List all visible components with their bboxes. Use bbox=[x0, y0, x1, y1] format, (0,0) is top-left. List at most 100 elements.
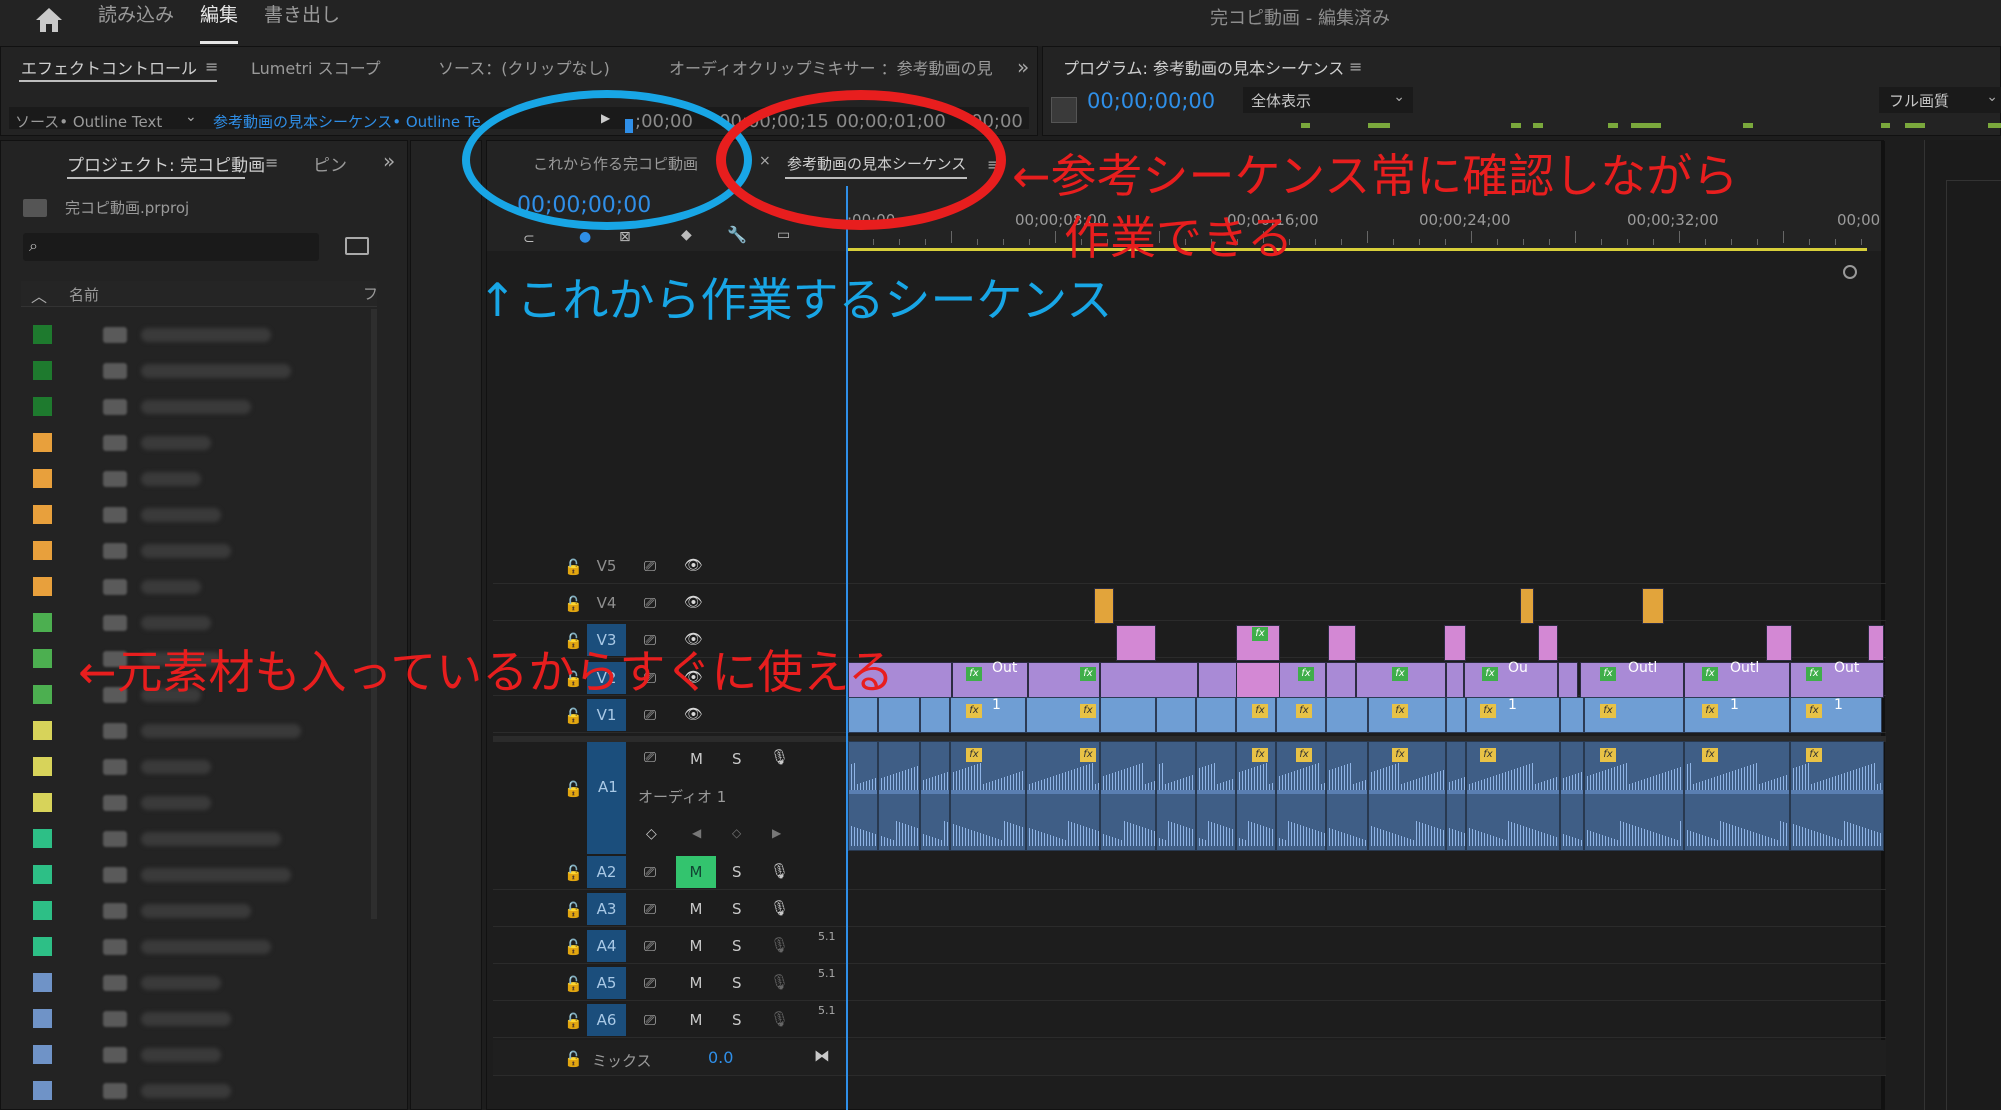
new-bin-icon[interactable] bbox=[345, 237, 369, 255]
mic-icon[interactable]: 🎙 bbox=[770, 973, 789, 991]
program-timecode[interactable]: 00;00;00;00 bbox=[1087, 89, 1215, 113]
fx-badge[interactable]: fx bbox=[1702, 667, 1718, 681]
label-color-swatch[interactable] bbox=[33, 505, 52, 524]
fx-badge[interactable]: fx bbox=[966, 748, 982, 762]
clip-v4[interactable] bbox=[1094, 588, 1114, 624]
film-icon[interactable]: ⎚ bbox=[644, 863, 656, 881]
linked-selection-icon[interactable]: ● bbox=[579, 229, 591, 245]
add-marker-icon[interactable]: ⊠ bbox=[619, 229, 631, 245]
tab-audio-clip-mixer[interactable]: オーディオクリップミキサー ：参考動画の見 bbox=[669, 55, 993, 79]
tab-source[interactable]: ソース：(クリップなし) bbox=[438, 55, 610, 79]
time-ruler[interactable]: ;00;00 00;00;08;00 00;00;16;00 00;00;24;00 0… bbox=[847, 201, 1885, 251]
mute-button[interactable]: M bbox=[676, 856, 716, 888]
scrollbar[interactable] bbox=[371, 309, 377, 919]
clip-v1[interactable] bbox=[848, 697, 878, 733]
scroll-handle[interactable] bbox=[1843, 265, 1857, 279]
label-color-swatch[interactable] bbox=[33, 649, 52, 668]
lock-icon[interactable]: 🔓 bbox=[564, 595, 583, 613]
clip-v2[interactable] bbox=[1446, 662, 1464, 698]
track-label-a4[interactable]: A4 bbox=[587, 930, 626, 962]
track-label-a1[interactable] bbox=[587, 742, 626, 854]
tab-lumetri-scope[interactable]: Lumetri スコープ bbox=[251, 55, 381, 79]
solo-button[interactable]: S bbox=[732, 974, 742, 992]
tab-effect-controls[interactable]: エフェクトコントロール bbox=[21, 55, 197, 79]
fx-badge[interactable]: fx bbox=[1806, 748, 1822, 762]
tab-project[interactable]: プロジェクト: 完コピ動画 bbox=[67, 151, 265, 176]
fx-badge[interactable]: fx bbox=[966, 704, 982, 718]
label-color-swatch[interactable] bbox=[33, 541, 52, 560]
film-icon[interactable]: ⎚ bbox=[644, 900, 656, 918]
fx-badge[interactable]: fx bbox=[1252, 704, 1268, 718]
audio-clip-a1[interactable] bbox=[848, 741, 878, 851]
mute-button[interactable]: M bbox=[676, 893, 716, 925]
clip-v1[interactable] bbox=[1326, 697, 1368, 733]
fx-badge[interactable]: fx bbox=[1080, 667, 1096, 681]
fx-badge[interactable]: fx bbox=[1600, 748, 1616, 762]
lock-icon[interactable]: 🔓 bbox=[564, 901, 583, 919]
label-color-swatch[interactable] bbox=[33, 793, 52, 812]
caption-icon[interactable]: ▭ bbox=[777, 227, 790, 243]
label-color-swatch[interactable] bbox=[33, 361, 52, 380]
label-color-swatch[interactable] bbox=[33, 433, 52, 452]
clip-v2[interactable] bbox=[1326, 662, 1356, 698]
label-color-swatch[interactable] bbox=[33, 829, 52, 848]
mix-value[interactable]: 0.0 bbox=[708, 1048, 733, 1067]
fx-badge[interactable]: fx bbox=[1080, 748, 1096, 762]
track-label-a2[interactable]: A2 bbox=[587, 856, 626, 888]
project-item[interactable] bbox=[1, 317, 371, 353]
tab-edit[interactable]: 編集 bbox=[200, 0, 239, 46]
project-item[interactable] bbox=[1, 461, 371, 497]
label-color-swatch[interactable] bbox=[33, 1045, 52, 1064]
clip-v4[interactable] bbox=[1520, 588, 1534, 624]
audio-clip-a1[interactable] bbox=[950, 741, 1026, 851]
project-item[interactable] bbox=[1, 785, 371, 821]
panel-menu-icon[interactable]: ≡ bbox=[205, 57, 218, 76]
fx-badge[interactable]: fx bbox=[966, 667, 982, 681]
film-icon[interactable]: ⎚ bbox=[644, 974, 656, 992]
label-color-swatch[interactable] bbox=[33, 1081, 52, 1100]
audio-clip-a1[interactable] bbox=[1100, 741, 1156, 851]
fit-dropdown[interactable]: 全体表示 ⌄ bbox=[1243, 87, 1413, 113]
solo-button[interactable]: S bbox=[732, 863, 742, 881]
fx-badge[interactable]: fx bbox=[1600, 667, 1616, 681]
prev-keyframe-icon[interactable]: ◀ bbox=[692, 826, 701, 840]
fx-badge[interactable]: fx bbox=[1252, 748, 1268, 762]
project-item[interactable] bbox=[1, 965, 371, 1001]
audio-clip-a1[interactable] bbox=[1584, 741, 1684, 851]
clip-v3[interactable] bbox=[1766, 625, 1792, 661]
fx-badge[interactable]: fx bbox=[1296, 704, 1312, 718]
mic-icon[interactable]: 🎙 bbox=[770, 936, 789, 954]
next-keyframe-icon[interactable]: ▶ bbox=[772, 826, 781, 840]
keyframe-icon[interactable]: ◇ bbox=[646, 826, 657, 842]
eye-icon[interactable]: 👁 bbox=[684, 556, 703, 574]
mic-icon[interactable]: 🎙 bbox=[770, 899, 789, 917]
search-input[interactable]: ⌕ bbox=[23, 233, 319, 261]
fx-badge[interactable]: fx bbox=[1806, 667, 1822, 681]
clip-v3[interactable] bbox=[1444, 625, 1466, 661]
lock-icon[interactable]: 🔓 bbox=[564, 975, 583, 993]
project-item[interactable] bbox=[1, 821, 371, 857]
film-icon[interactable]: ⎚ bbox=[644, 557, 656, 575]
fx-badge[interactable]: fx bbox=[1806, 704, 1822, 718]
label-color-swatch[interactable] bbox=[33, 973, 52, 992]
clip-v4[interactable] bbox=[1642, 588, 1664, 624]
clip-v3[interactable] bbox=[1538, 625, 1558, 661]
clip-v1[interactable] bbox=[1446, 697, 1466, 733]
lock-icon[interactable]: 🔓 bbox=[564, 938, 583, 956]
mic-icon[interactable]: 🎙 bbox=[770, 748, 789, 766]
label-color-swatch[interactable] bbox=[33, 901, 52, 920]
chevron-double-right-icon[interactable]: » bbox=[1017, 55, 1029, 79]
project-item[interactable] bbox=[1, 389, 371, 425]
eye-icon[interactable]: 👁 bbox=[684, 705, 703, 723]
label-color-swatch[interactable] bbox=[33, 1009, 52, 1028]
audio-clip-a1[interactable] bbox=[1790, 741, 1884, 851]
clip-v2[interactable] bbox=[1236, 662, 1280, 698]
project-item[interactable] bbox=[1, 857, 371, 893]
clip-v1[interactable] bbox=[878, 697, 920, 733]
audio-clip-a1[interactable] bbox=[1446, 741, 1466, 851]
solo-button[interactable]: S bbox=[732, 900, 742, 918]
track-label-v4[interactable]: V4 bbox=[587, 587, 626, 619]
audio-clip-a1[interactable] bbox=[1156, 741, 1196, 851]
audio-clip-a1[interactable] bbox=[878, 741, 920, 851]
clip-v2[interactable] bbox=[1558, 662, 1578, 698]
